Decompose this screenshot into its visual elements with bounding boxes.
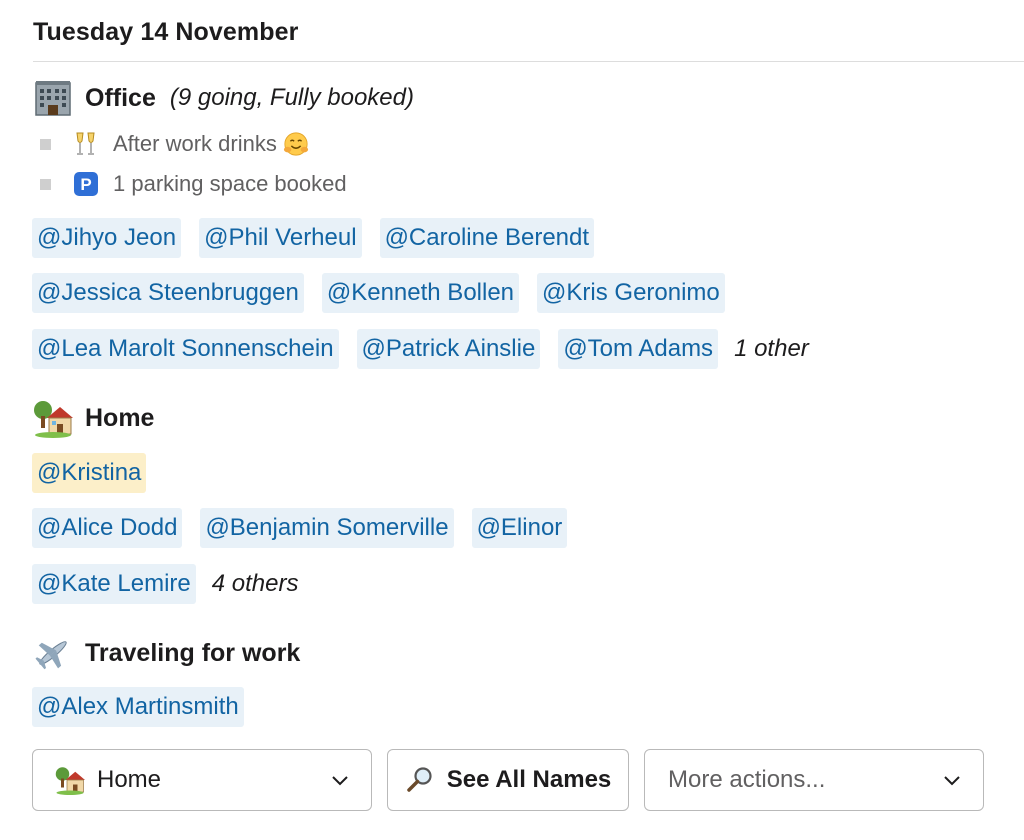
see-all-names-label: See All Names bbox=[446, 766, 612, 793]
office-mention-row-2: @Jessica Steenbruggen @Kenneth Bollen @K… bbox=[32, 272, 743, 314]
user-mention[interactable]: @Benjamin Somerville bbox=[200, 508, 454, 548]
see-all-names-button[interactable]: See All Names bbox=[387, 749, 629, 811]
magnifying-glass-icon bbox=[405, 765, 435, 795]
champagne-icon bbox=[73, 131, 99, 157]
user-mention[interactable]: @Patrick Ainslie bbox=[356, 329, 541, 369]
user-mention[interactable]: @Jessica Steenbruggen bbox=[32, 273, 304, 313]
user-mention[interactable]: @Tom Adams bbox=[558, 329, 719, 369]
office-mention-row-3: @Lea Marolt Sonnenschein @Patrick Ainsli… bbox=[32, 328, 809, 370]
house-with-garden-icon bbox=[53, 763, 87, 797]
user-mention[interactable]: @Kris Geronimo bbox=[537, 273, 725, 313]
more-actions-select[interactable]: More actions... bbox=[644, 749, 984, 811]
parking-icon: P bbox=[73, 171, 99, 197]
office-bullet-drinks: After work drinks bbox=[40, 131, 323, 157]
travel-label: Traveling for work bbox=[85, 638, 301, 667]
hugging-face-icon bbox=[283, 131, 309, 157]
home-label: Home bbox=[85, 403, 155, 432]
parking-text: 1 parking space booked bbox=[113, 171, 347, 196]
self-mention[interactable]: @Kristina bbox=[32, 453, 147, 493]
user-mention[interactable]: @Alex Martinsmith bbox=[32, 687, 244, 727]
chevron-down-icon bbox=[944, 776, 960, 786]
office-capacity-note: (9 going, Fully booked) bbox=[169, 84, 414, 111]
house-with-garden-icon bbox=[33, 398, 73, 438]
drinks-text: After work drinks bbox=[113, 131, 277, 156]
user-mention[interactable]: @Elinor bbox=[471, 508, 568, 548]
home-mention-row-1: @Alice Dodd @Benjamin Somerville @Elinor bbox=[32, 507, 585, 549]
airplane-icon bbox=[33, 633, 73, 673]
more-actions-placeholder: More actions... bbox=[668, 766, 826, 793]
home-mention-row-2: @Kate Lemire 4 others bbox=[32, 563, 298, 605]
home-section-title: Home bbox=[33, 398, 154, 438]
user-mention[interactable]: @Kenneth Bollen bbox=[321, 273, 520, 313]
home-others-count[interactable]: 4 others bbox=[212, 570, 299, 598]
bullet-marker bbox=[40, 178, 51, 190]
office-others-count[interactable]: 1 other bbox=[734, 335, 809, 363]
travel-section-title: Traveling for work bbox=[33, 633, 300, 673]
office-bullet-parking: P 1 parking space booked bbox=[40, 171, 347, 197]
bullet-marker bbox=[40, 138, 51, 150]
home-self-row: @Kristina bbox=[32, 452, 164, 494]
date-header: Tuesday 14 November bbox=[33, 18, 299, 46]
travel-mention-row-1: @Alex Martinsmith bbox=[32, 686, 262, 728]
office-label: Office bbox=[85, 83, 156, 112]
office-section-title: Office (9 going, Fully booked) bbox=[33, 78, 414, 118]
header-divider bbox=[33, 61, 1024, 62]
status-select[interactable]: Home bbox=[32, 749, 372, 811]
user-mention[interactable]: @Lea Marolt Sonnenschein bbox=[32, 329, 339, 369]
user-mention[interactable]: @Alice Dodd bbox=[32, 508, 183, 548]
user-mention[interactable]: @Caroline Berendt bbox=[379, 218, 595, 258]
user-mention[interactable]: @Phil Verheul bbox=[199, 218, 362, 258]
user-mention[interactable]: @Kate Lemire bbox=[32, 564, 196, 604]
svg-text:P: P bbox=[80, 175, 91, 194]
status-select-value: Home bbox=[97, 766, 162, 793]
user-mention[interactable]: @Jihyo Jeon bbox=[32, 218, 182, 258]
chevron-down-icon bbox=[332, 776, 348, 786]
office-building-icon bbox=[33, 78, 73, 118]
office-mention-row-1: @Jihyo Jeon @Phil Verheul @Caroline Bere… bbox=[32, 217, 612, 259]
